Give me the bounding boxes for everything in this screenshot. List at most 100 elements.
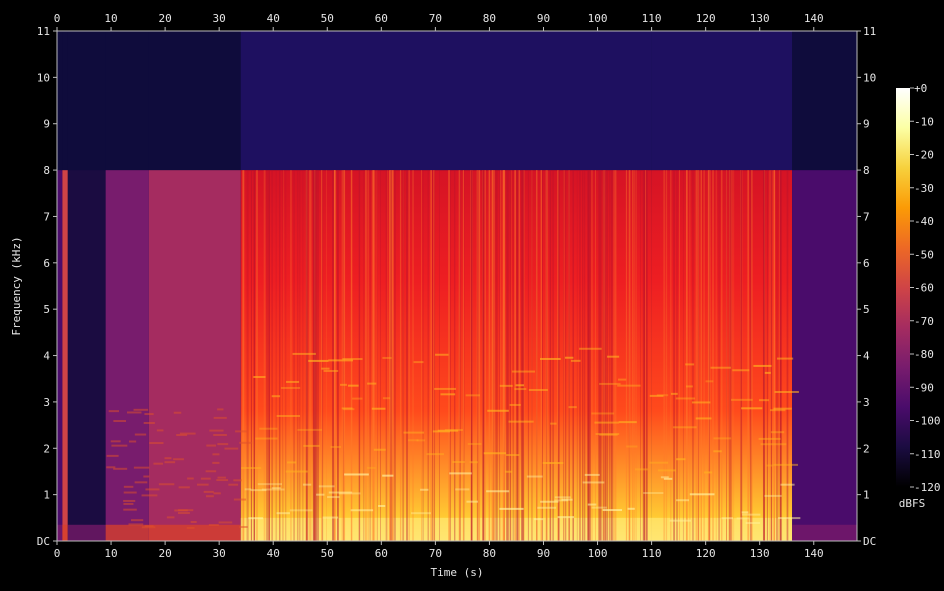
spectrogram-harmonic: [143, 421, 155, 424]
spectrogram-harmonic: [318, 485, 335, 488]
colorbar-tick-label: +0: [914, 82, 927, 95]
spectrogram-harmonic: [316, 493, 325, 496]
spectrogram-harmonic: [526, 475, 543, 478]
spectrogram-harmonic: [123, 499, 136, 502]
spectrogram-harmonic: [106, 454, 119, 457]
x-tick-label: 40: [267, 547, 280, 560]
spectrogram-harmonic: [770, 431, 785, 434]
spectrogram-harmonic: [731, 398, 753, 401]
spectrogram-harmonic: [203, 490, 214, 493]
spectrogram-segment-high: [57, 31, 63, 171]
spectrogram-harmonic: [579, 347, 602, 350]
spectrogram-harmonic: [449, 472, 472, 475]
x-tick-label: 120: [696, 12, 716, 25]
colorbar: [896, 88, 910, 487]
spectrogram-harmonic: [506, 454, 520, 457]
spectrogram-harmonic: [205, 470, 217, 473]
spectrogram-harmonic: [607, 355, 620, 358]
spectrogram-harmonic: [676, 458, 686, 461]
spectrogram-harmonic: [350, 509, 374, 512]
spectrogram-harmonic: [710, 366, 731, 369]
spectrogram-harmonic: [617, 384, 641, 387]
spectrogram-segment-high: [240, 31, 652, 171]
x-tick-label: 110: [642, 12, 662, 25]
spectrogram-harmonic: [721, 517, 734, 520]
spectrogram-harmonic: [382, 356, 392, 359]
spectrogram-harmonic: [626, 445, 638, 448]
spectrogram-harmonic: [206, 444, 217, 447]
spectrogram-harmonic: [732, 369, 750, 372]
y-tick-label: 7: [863, 210, 870, 223]
spectrogram-harmonic: [695, 417, 712, 420]
spectrogram-harmonic: [382, 474, 394, 477]
spectrogram-harmonic: [250, 489, 267, 492]
x-tick-label: 30: [213, 547, 226, 560]
spectrogram-harmonic: [627, 507, 635, 510]
spectrogram-harmonic: [568, 406, 577, 409]
spectrogram-harmonic: [164, 457, 172, 460]
spectrogram-harmonic: [540, 357, 561, 360]
spectrogram-harmonic: [455, 488, 470, 491]
spectrogram-harmonic: [276, 415, 301, 418]
spectrogram-harmonic: [164, 461, 176, 464]
x-tick-label: 120: [696, 547, 716, 560]
y-axis-right: DC 1 2 3 4 5 6 7 8 9 10 11: [857, 25, 876, 548]
y-tick-label: 2: [43, 442, 50, 455]
colorbar-ticks: +0 -10 -20 -30 -40 -50 -60 -70 -80 -90 -100 -110 -12…: [910, 82, 941, 494]
spectrogram-harmonic: [196, 483, 209, 486]
spectrogram-harmonic: [212, 461, 220, 464]
spectrogram-low-band: [67, 524, 106, 541]
spectrogram-harmonic: [426, 453, 444, 456]
spectrogram-harmonic: [213, 416, 227, 419]
spectrogram-harmonic: [534, 518, 544, 521]
spectrogram-harmonic: [347, 384, 359, 387]
spectrogram-low-band: [792, 524, 857, 541]
spectrogram-harmonic: [704, 471, 713, 474]
y-tick-label: 6: [863, 257, 870, 270]
spectrogram-harmonic: [591, 506, 607, 509]
y-tick-label: 6: [43, 257, 50, 270]
spectrogram-harmonic: [253, 376, 266, 379]
spectrogram-harmonic: [499, 384, 513, 387]
spectrogram-segment: [67, 170, 106, 541]
spectrogram-harmonic: [128, 440, 137, 443]
spectrogram-harmonic: [190, 520, 197, 523]
spectrogram-harmonic: [287, 461, 297, 464]
spectrogram-harmonic: [685, 385, 693, 388]
spectrogram-harmonic: [434, 387, 457, 390]
y-tick-label: 9: [43, 118, 50, 131]
spectrogram-harmonic: [289, 509, 313, 512]
spectrogram-plot-area: [56, 30, 858, 542]
spectrogram-harmonic: [123, 491, 137, 494]
spectrogram-harmonic: [218, 521, 233, 524]
x-tick-label: 30: [213, 12, 226, 25]
spectrogram-harmonic: [770, 409, 786, 412]
y-tick-label: 1: [43, 489, 50, 502]
spectrogram-harmonic: [403, 431, 424, 434]
x-tick-label: 130: [750, 12, 770, 25]
spectrogram-harmonic: [149, 442, 164, 445]
spectrogram-harmonic: [371, 407, 386, 410]
spectrogram-harmonic: [255, 437, 278, 440]
spectrogram-harmonic: [570, 359, 581, 362]
spectrogram-harmonic: [352, 397, 363, 400]
x-tick-label: 90: [537, 547, 550, 560]
spectrogram-harmonic: [643, 492, 664, 495]
spectrogram-harmonic: [649, 394, 664, 397]
spectrogram-harmonic: [186, 526, 195, 529]
spectrogram-harmonic: [411, 512, 431, 515]
spectrogram-harmonic: [330, 445, 342, 448]
x-tick-label: 80: [483, 547, 496, 560]
spectrogram-segment: [148, 170, 241, 541]
x-axis-top: 0 10 20 30 40 50 60 70 80 90 100 110 120 130 140: [54, 12, 824, 31]
spectrogram-harmonic: [689, 493, 715, 496]
spectrogram-harmonic: [514, 388, 527, 391]
y-tick-label: 10: [37, 71, 50, 84]
x-tick-label: 60: [375, 547, 388, 560]
spectrogram-harmonic: [209, 429, 224, 432]
x-tick-label: 80: [483, 12, 496, 25]
colorbar-tick-label: -110: [914, 448, 941, 461]
spectrogram-harmonic: [212, 453, 220, 456]
spectrogram-harmonic: [257, 483, 282, 486]
spectrogram-harmonic: [469, 461, 478, 464]
